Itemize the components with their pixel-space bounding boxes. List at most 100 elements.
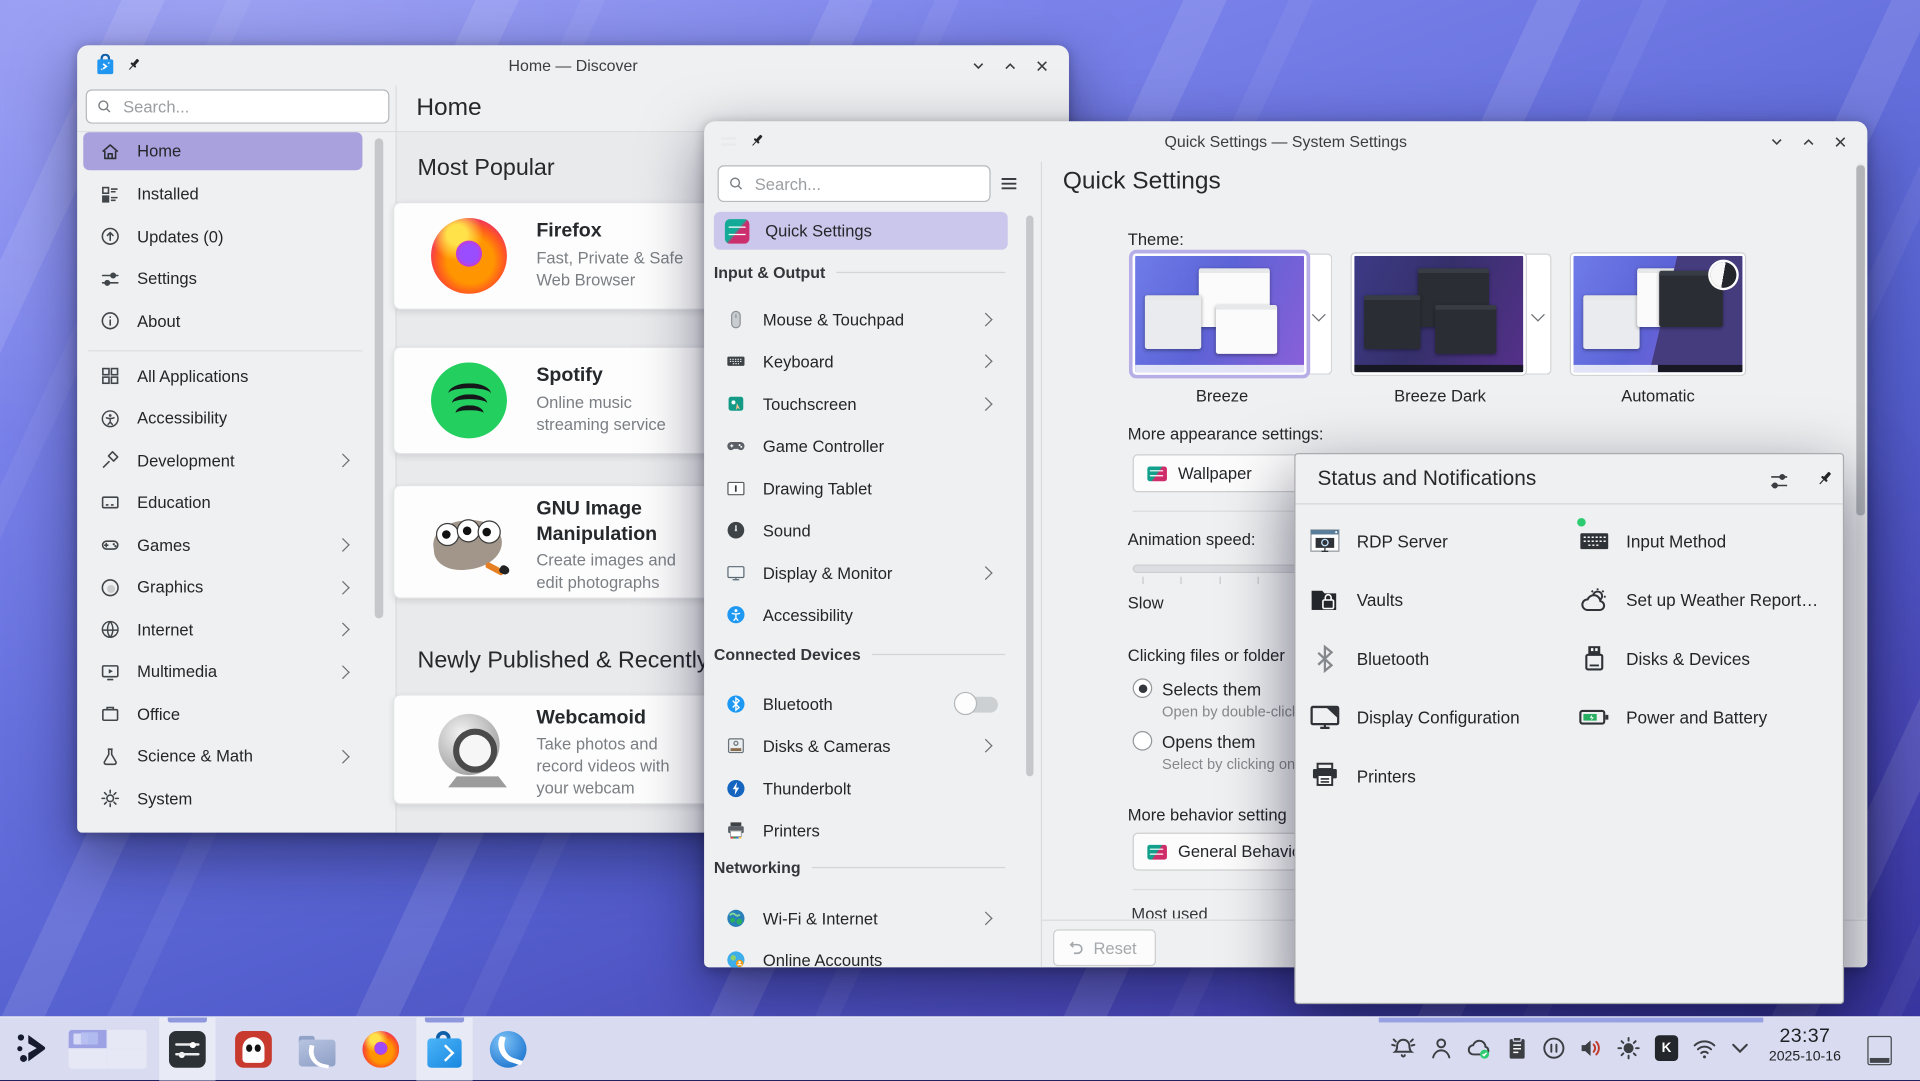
sidebar-item-accessibility[interactable]: Accessibility [714,596,1008,633]
pager-desktop-1[interactable] [69,1030,107,1048]
theme-card-breeze[interactable] [1133,253,1333,374]
sidebar-item-printers[interactable]: Printers [714,812,1008,849]
popup-item-bluetooth[interactable]: Bluetooth [1309,638,1429,680]
close-button[interactable] [1032,56,1052,76]
sidebar-item-system[interactable]: System [83,779,362,817]
show-desktop-button[interactable] [1867,1036,1891,1065]
sidebar-item-mouse-touchpad[interactable]: Mouse & Touchpad [714,301,1008,338]
sidebar-item-updates[interactable]: Updates (0) [83,217,362,255]
search-input[interactable] [121,96,379,117]
user-tray-icon[interactable] [1428,1035,1455,1062]
sidebar-item-game-controller[interactable]: Game Controller [714,427,1008,464]
settings-search[interactable] [718,165,991,202]
sidebar-scrollbar[interactable] [1026,216,1033,777]
minimize-button[interactable] [1767,132,1787,152]
brightness-tray-icon[interactable] [1615,1035,1642,1062]
minimize-button[interactable] [969,56,989,76]
popup-item-weather[interactable]: Set up Weather Report… [1578,579,1818,621]
popup-item-rdp-server[interactable]: RDP Server [1309,520,1448,562]
sidebar-item-all-applications[interactable]: All Applications [83,357,362,395]
reset-button[interactable]: Reset [1053,929,1156,966]
notifications-tray-icon[interactable] [1390,1035,1417,1062]
popup-item-display-configuration[interactable]: Display Configuration [1309,697,1520,739]
close-button[interactable] [1831,132,1851,152]
radio-selects-them[interactable] [1133,678,1153,698]
popup-item-printers[interactable]: Printers [1309,756,1416,798]
sidebar-item-label: Multimedia [137,662,217,680]
expand-tray-icon[interactable] [1727,1035,1754,1062]
search-input[interactable] [752,173,979,194]
radio-opens-them[interactable] [1133,731,1153,751]
sidebar-item-home[interactable]: Home [83,132,362,170]
configure-icon[interactable] [1768,470,1790,496]
sidebar-item-settings[interactable]: Settings [83,260,362,298]
sidebar-item-keyboard[interactable]: Keyboard [714,343,1008,380]
sidebar-item-games[interactable]: Games [83,526,362,564]
task-falkon[interactable] [480,1018,536,1081]
clock-widget[interactable]: 23:37 2025-10-16 [1756,1027,1854,1064]
sidebar-item-quick-settings[interactable]: Quick Settings [714,212,1008,250]
sidebar-item-multimedia[interactable]: Multimedia [83,653,362,691]
clipboard-tray-icon[interactable] [1504,1035,1531,1062]
virtual-desktop-pager[interactable] [69,1030,147,1069]
task-firefox[interactable] [353,1018,409,1081]
popup-item-label: Power and Battery [1626,708,1767,728]
sidebar-item-internet[interactable]: Internet [83,610,362,648]
menu-icon[interactable] [999,174,1019,197]
theme-dropdown-breeze-dark[interactable] [1526,253,1552,374]
pin-icon[interactable] [1815,469,1835,492]
sidebar-item-education[interactable]: Education [83,484,362,522]
settings-titlebar[interactable]: Quick Settings — System Settings [704,121,1867,161]
task-discover[interactable] [416,1018,472,1081]
sidebar-item-office[interactable]: Office [83,695,362,733]
sidebar-item-development[interactable]: Development [83,441,362,479]
discover-titlebar[interactable]: Home — Discover [77,45,1069,85]
sidebar-item-sound[interactable]: Sound [714,512,1008,549]
sidebar-item-thunderbolt[interactable]: Thunderbolt [714,770,1008,807]
media-pause-tray-icon[interactable] [1540,1035,1567,1062]
theme-dropdown-breeze[interactable] [1307,253,1333,374]
theme-card-breeze-dark[interactable] [1352,253,1552,374]
pager-desktop-3[interactable] [69,1049,107,1067]
task-ghostwriter[interactable] [225,1018,281,1081]
app-launcher-button[interactable] [15,1030,52,1070]
content-scrollbar-thumb[interactable] [1856,165,1865,515]
pager-desktop-4[interactable] [108,1049,146,1067]
theme-card-automatic[interactable] [1571,253,1745,374]
discover-search[interactable] [86,89,390,123]
sidebar-item-display-monitor[interactable]: Display & Monitor [714,555,1008,592]
sidebar-item-about[interactable]: About [83,302,362,340]
task-dolphin[interactable] [289,1018,345,1081]
popup-item-disks-devices[interactable]: Disks & Devices [1578,638,1750,680]
sidebar-item-label: Settings [137,269,197,287]
sidebar-item-label: About [137,312,180,330]
sidebar-item-science-math[interactable]: Science & Math [83,737,362,775]
sidebar-item-installed[interactable]: Installed [83,175,362,213]
maximize-button[interactable] [1000,56,1020,76]
popup-item-vaults[interactable]: Vaults [1309,579,1403,621]
theme-name: Automatic [1621,387,1695,405]
pager-desktop-2[interactable] [108,1030,146,1048]
sidebar-scrollbar[interactable] [375,138,384,618]
popup-item-power-battery[interactable]: Power and Battery [1578,697,1767,739]
rdp-server-icon [1309,525,1341,557]
maximize-button[interactable] [1799,132,1819,152]
sidebar-item-disks-cameras[interactable]: Disks & Cameras [714,727,1008,764]
sidebar-item-online-accounts[interactable]: Online Accounts [714,942,1008,968]
cloud-sync-tray-icon[interactable] [1466,1035,1493,1062]
sidebar-item-label: Graphics [137,578,203,596]
sidebar-item-graphics[interactable]: Graphics [83,568,362,606]
wifi-tray-icon[interactable] [1691,1035,1718,1062]
kate-tray-icon[interactable] [1653,1035,1680,1062]
volume-tray-icon[interactable] [1577,1035,1604,1062]
sidebar-item-touchscreen[interactable]: Touchscreen [714,386,1008,423]
info-icon [99,310,121,332]
bluetooth-toggle[interactable] [958,696,998,712]
task-system-settings[interactable] [159,1018,215,1081]
sidebar-item-bluetooth[interactable]: Bluetooth [714,686,1008,723]
popup-item-input-method[interactable]: Input Method [1578,520,1726,562]
display-config-icon [1309,702,1341,734]
sidebar-item-drawing-tablet[interactable]: Drawing Tablet [714,470,1008,507]
sidebar-item-accessibility[interactable]: Accessibility [83,399,362,437]
sidebar-item-wifi-internet[interactable]: Wi-Fi & Internet [714,900,1008,937]
